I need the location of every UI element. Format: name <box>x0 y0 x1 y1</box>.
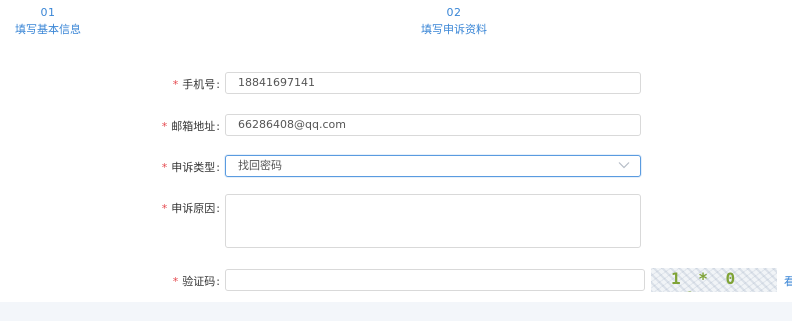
step-label: 填写申诉资料 <box>421 23 487 36</box>
email-input[interactable]: 66286408@qq.com <box>225 114 641 136</box>
captcha-label: * 验证码: <box>172 275 220 288</box>
captcha-input[interactable] <box>225 269 645 291</box>
captcha-refresh-link[interactable]: 看 <box>784 273 792 289</box>
appeal-reason-textarea[interactable] <box>225 194 641 248</box>
email-label: * 邮箱地址: <box>161 120 220 133</box>
appeal-page: 01 填写基本信息 02 填写申诉资料 * 手机号: 18841697141 * 邮… <box>0 0 792 321</box>
step-label: 填写基本信息 <box>15 23 81 36</box>
required-mark: * <box>161 161 168 174</box>
footer-bar <box>0 302 792 321</box>
appeal-reason-label: * 申诉原因: <box>161 202 220 215</box>
step-number: 01 <box>40 6 56 19</box>
required-mark: * <box>172 78 179 91</box>
phone-label: * 手机号: <box>172 78 220 91</box>
captcha-image-text: 1 * 0 =? <box>671 269 740 292</box>
step-number: 02 <box>446 6 462 19</box>
chevron-down-icon <box>618 162 630 169</box>
phone-input[interactable]: 18841697141 <box>225 72 641 94</box>
appeal-type-selected-value: 找回密码 <box>238 159 282 172</box>
required-mark: * <box>172 275 179 288</box>
step-basic-info: 01 填写基本信息 <box>0 6 96 37</box>
required-mark: * <box>161 202 168 215</box>
appeal-type-label: * 申诉类型: <box>161 161 220 174</box>
required-mark: * <box>161 120 168 133</box>
step-appeal-materials: 02 填写申诉资料 <box>400 6 508 37</box>
appeal-type-select[interactable]: 找回密码 <box>225 155 641 177</box>
captcha-image[interactable]: 1 * 0 =? <box>651 268 777 292</box>
